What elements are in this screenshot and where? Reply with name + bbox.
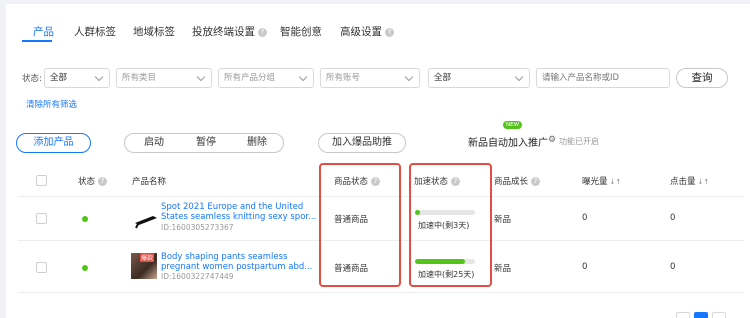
search-input[interactable] (536, 68, 670, 88)
tab-product[interactable]: 产品 (33, 24, 54, 39)
help-icon[interactable]: ? (531, 177, 541, 186)
tab-terminal-settings[interactable]: 投放终端设置? (192, 24, 267, 39)
account-select[interactable]: 所有账号 (320, 68, 420, 88)
auto-join-status: 功能已开启 (559, 137, 599, 146)
tab-region-tags[interactable]: 地域标签 (133, 24, 175, 39)
exposure-value: 0 (582, 262, 588, 272)
help-icon[interactable]: ? (98, 177, 108, 186)
exposure-value: 0 (582, 213, 588, 223)
new-badge: NEW (503, 121, 523, 129)
select-all-checkbox[interactable] (36, 175, 47, 186)
chevron-down-icon (94, 72, 104, 82)
product-name-link[interactable]: Spot 2021 Europe and the United States se… (161, 202, 321, 222)
select-value: 全部 (434, 73, 452, 83)
thumbnail-tag: 爆款 (140, 253, 155, 262)
tab-advanced-settings[interactable]: 高级设置? (340, 24, 394, 39)
name-line: States seamless knitting sexy spor... (161, 212, 317, 222)
growth-value: 新品 (494, 264, 512, 274)
help-icon[interactable]: ? (258, 28, 267, 37)
clicks-value: 0 (670, 213, 676, 223)
tab-smart-creative[interactable]: 智能创意 (280, 24, 322, 39)
product-thumbnail: 爆款 (131, 253, 157, 279)
name-line: Body shaping pants seamless (161, 252, 288, 262)
product-group-select[interactable]: 所有产品分组 (218, 68, 314, 88)
clicks-value: 0 (670, 262, 676, 272)
add-product-button[interactable]: 添加产品 (16, 133, 91, 153)
row-checkbox[interactable] (36, 262, 47, 273)
chevron-down-icon (196, 72, 206, 82)
select-placeholder: 所有产品分组 (224, 73, 276, 83)
chevron-down-icon (514, 72, 524, 82)
name-line: pregnant women postpartum abd... (161, 262, 313, 272)
sort-icon[interactable]: ↓↑ (610, 178, 622, 186)
help-icon[interactable]: ? (385, 28, 394, 37)
delete-button[interactable]: 删除 (247, 134, 267, 152)
tab-audience-tags[interactable]: 人群标签 (74, 24, 116, 39)
highlight-box-goods-status (319, 163, 401, 287)
pagination-current[interactable] (694, 312, 708, 318)
pause-button[interactable]: 暂停 (196, 134, 216, 152)
scope-select[interactable]: 全部 (428, 68, 530, 88)
divider (18, 292, 744, 293)
header-exposure[interactable]: 曝光量 ↓↑ (582, 175, 621, 187)
category-select[interactable]: 所有类目 (116, 68, 212, 88)
boost-button[interactable]: 加入爆品助推 (318, 133, 406, 153)
status-dot (82, 216, 88, 222)
tab-label: 投放终端设置 (192, 26, 255, 38)
tab-label: 高级设置 (340, 26, 382, 38)
sort-icon[interactable]: ↓↑ (698, 178, 710, 186)
status-dot (82, 265, 88, 271)
header-label: 状态 (78, 177, 96, 187)
header-growth: 商品成长? (494, 175, 541, 187)
growth-value: 新品 (494, 215, 512, 225)
select-placeholder: 所有账号 (326, 73, 361, 83)
product-id: ID:1600322747449 (161, 272, 234, 281)
active-tab-underline (22, 40, 52, 42)
select-value: 全部 (50, 73, 68, 83)
header-label: 商品成长 (494, 177, 529, 187)
product-thumbnail (135, 216, 157, 229)
clear-filters-link[interactable]: 清除所有筛选 (26, 98, 77, 110)
header-label: 曝光量 (582, 177, 608, 187)
bulk-action-group: 启动 暂停 删除 (124, 133, 284, 153)
header-clicks[interactable]: 点击量 ↓↑ (670, 175, 709, 187)
chevron-down-icon (298, 72, 308, 82)
gear-icon[interactable]: ⚙ (548, 135, 556, 145)
highlight-box-boost-status (409, 163, 492, 287)
start-button[interactable]: 启动 (144, 134, 164, 152)
select-placeholder: 所有类目 (122, 73, 157, 83)
pagination-next[interactable] (712, 312, 726, 318)
pagination-prev[interactable] (676, 312, 690, 318)
header-label: 点击量 (670, 177, 696, 187)
header-name: 产品名称 (132, 177, 167, 187)
name-line: Spot 2021 Europe and the United (161, 202, 304, 212)
auto-join-label: 新品自动加入推广 (468, 138, 548, 149)
product-id: ID:1600305273367 (161, 223, 234, 232)
header-status: 状态? (78, 175, 108, 187)
query-button[interactable]: 查询 (676, 68, 728, 88)
product-name-link[interactable]: Body shaping pants seamless pregnant wome… (161, 252, 321, 272)
status-select[interactable]: 全部 (44, 68, 110, 88)
row-checkbox[interactable] (36, 213, 47, 224)
chevron-down-icon (404, 72, 414, 82)
status-filter-label: 状态: (22, 74, 42, 84)
